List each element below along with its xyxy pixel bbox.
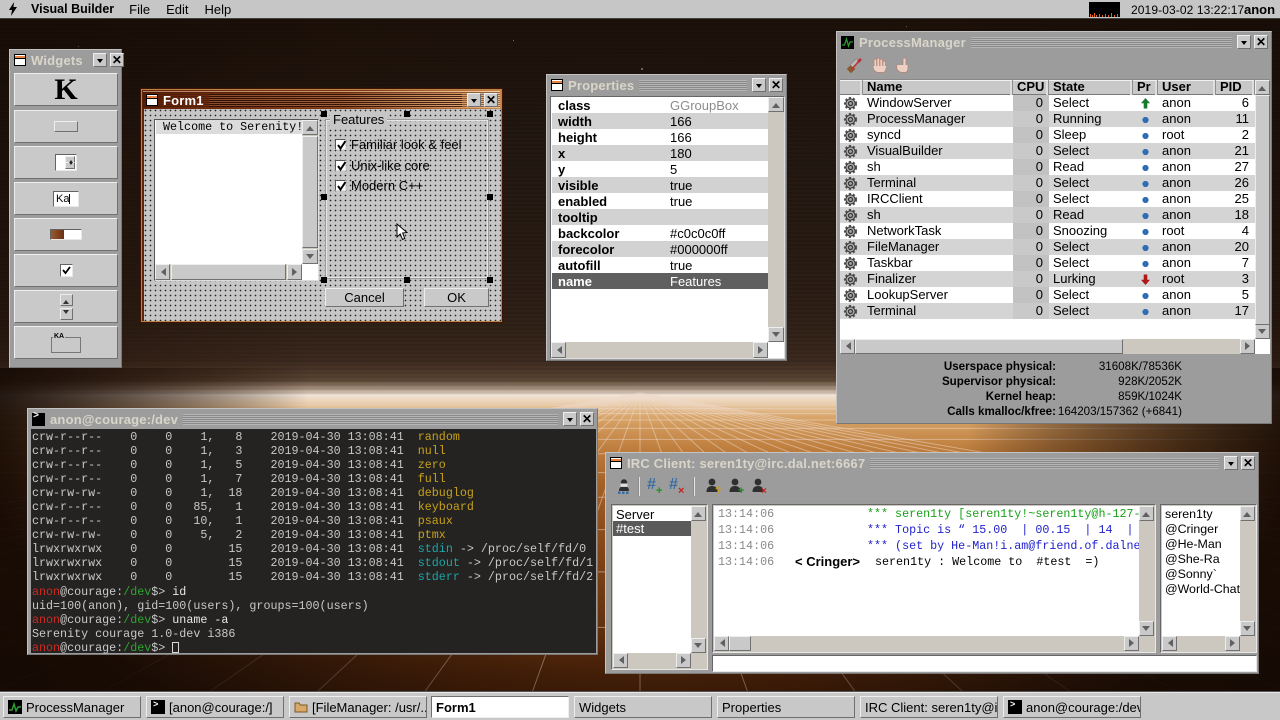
- svg-text:+: +: [738, 485, 744, 496]
- svg-text:×: ×: [761, 486, 767, 496]
- svg-text:?: ?: [715, 486, 721, 496]
